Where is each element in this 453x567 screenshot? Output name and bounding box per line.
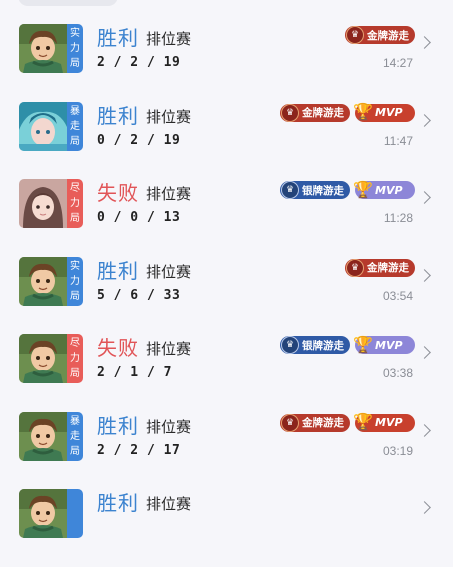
kda-score: 2 / 2 / 19	[97, 55, 181, 70]
match-row[interactable]: 实力局胜利 排位赛 2 / 2 / 19 14:27 ♛ 金牌游走	[0, 24, 453, 102]
mvp-label: MVP	[375, 183, 403, 197]
match-time: 11:28	[383, 211, 413, 225]
crest-icon: ♛	[281, 181, 299, 199]
match-time: 03:54	[382, 288, 413, 303]
badge-group: ♛ 金牌游走	[345, 258, 415, 277]
mvp-label: MVP	[375, 416, 403, 429]
hero-avatar: 暴走局	[19, 411, 83, 461]
match-quality-tag: 暴走局	[67, 101, 83, 151]
mvp-badge: 🏆 MVP	[353, 179, 415, 199]
trophy-icon: 🏆	[353, 102, 373, 121]
hero-avatar	[19, 489, 83, 538]
match-time: 03:19	[382, 443, 413, 458]
role-medal-label: 银牌游走	[302, 184, 344, 197]
mvp-badge: 🏆 MVP	[353, 102, 415, 122]
chevron-right-icon[interactable]	[418, 36, 431, 49]
badge-group: ♛ 银牌游走 🏆 MVP	[280, 179, 415, 199]
hero-avatar-image	[19, 179, 67, 228]
kda-score: 2 / 2 / 17	[97, 442, 181, 458]
match-result: 胜利	[97, 103, 139, 128]
role-medal-badge: ♛ 金牌游走	[280, 413, 350, 432]
match-row[interactable]: 暴走局胜利 排位赛 0 / 2 / 19 11:47 ♛ 金牌游走 🏆 MVP	[0, 101, 453, 180]
role-medal-badge: ♛ 银牌游走	[280, 181, 350, 199]
chevron-right-icon[interactable]	[418, 268, 431, 282]
crest-icon: ♛	[346, 26, 364, 44]
mvp-label: MVP	[375, 338, 403, 352]
match-quality-tag: 暴走局	[67, 411, 83, 461]
role-medal-label: 银牌游走	[302, 339, 344, 352]
match-row[interactable]: 实力局胜利 排位赛 5 / 6 / 33 03:54 ♛ 金牌游走	[0, 256, 453, 335]
match-result: 胜利	[97, 258, 139, 283]
hero-avatar: 实力局	[19, 256, 83, 306]
badge-group: ♛ 银牌游走 🏆 MVP	[280, 334, 415, 354]
hero-avatar-image	[19, 256, 67, 306]
crest-icon: ♛	[346, 258, 364, 277]
match-result: 失败	[97, 336, 139, 360]
role-medal-label: 金牌游走	[367, 29, 409, 42]
role-medal-badge: ♛ 金牌游走	[345, 258, 415, 277]
role-medal-badge: ♛ 金牌游走	[345, 26, 415, 44]
game-mode: 排位赛	[146, 417, 192, 436]
badge-group: ♛ 金牌游走 🏆 MVP	[280, 102, 415, 122]
hero-avatar: 尽力局	[19, 179, 83, 228]
badge-group: ♛ 金牌游走	[345, 26, 415, 44]
match-quality-tag	[67, 489, 83, 538]
match-quality-tag: 实力局	[67, 24, 83, 73]
chevron-right-icon[interactable]	[418, 501, 431, 514]
chevron-right-icon[interactable]	[418, 423, 431, 437]
hero-avatar-image	[19, 334, 67, 383]
badge-group: ♛ 金牌游走 🏆 MVP	[280, 412, 415, 432]
chevron-right-icon[interactable]	[418, 191, 431, 204]
trophy-icon: 🏆	[353, 334, 373, 354]
role-medal-badge: ♛ 金牌游走	[280, 103, 350, 122]
kda-score: 5 / 6 / 33	[97, 287, 181, 303]
crest-icon: ♛	[281, 413, 299, 432]
hero-avatar-image	[19, 411, 67, 461]
mvp-label: MVP	[375, 106, 403, 119]
chevron-right-icon[interactable]	[418, 346, 431, 359]
role-medal-label: 金牌游走	[302, 417, 344, 429]
game-mode: 排位赛	[146, 262, 192, 281]
game-mode: 排位赛	[146, 30, 192, 48]
match-result: 胜利	[97, 491, 139, 515]
match-result: 失败	[97, 181, 139, 205]
crest-icon: ♛	[281, 336, 299, 354]
match-result: 胜利	[97, 26, 139, 50]
match-quality-tag: 尽力局	[67, 334, 83, 383]
trophy-icon: 🏆	[353, 412, 373, 431]
game-mode: 排位赛	[146, 185, 192, 203]
mvp-badge: 🏆 MVP	[353, 412, 415, 432]
match-row[interactable]: 尽力局失败 排位赛 0 / 0 / 13 11:28 ♛ 银牌游走 🏆 MVP	[0, 179, 453, 257]
mvp-badge: 🏆 MVP	[353, 334, 415, 354]
match-time: 11:47	[383, 133, 413, 148]
match-time: 14:27	[382, 56, 413, 70]
hero-avatar: 实力局	[19, 24, 83, 73]
hero-avatar: 尽力局	[19, 334, 83, 383]
header-tab-stub	[18, 0, 118, 6]
match-quality-tag: 尽力局	[67, 179, 83, 228]
role-medal-badge: ♛ 银牌游走	[280, 336, 350, 354]
hero-avatar: 暴走局	[19, 101, 83, 151]
hero-avatar-image	[19, 489, 67, 538]
match-time: 03:38	[382, 366, 413, 380]
hero-avatar-image	[19, 101, 67, 151]
role-medal-label: 金牌游走	[367, 262, 409, 274]
hero-avatar-image	[19, 24, 67, 73]
game-mode: 排位赛	[146, 340, 192, 358]
kda-score: 0 / 2 / 19	[97, 132, 181, 148]
game-mode: 排位赛	[146, 495, 192, 513]
match-result: 胜利	[97, 413, 139, 438]
match-row[interactable]: 胜利 排位赛	[0, 489, 453, 567]
kda-score: 2 / 1 / 7	[97, 365, 172, 380]
trophy-icon: 🏆	[353, 179, 373, 199]
match-quality-tag: 实力局	[67, 256, 83, 306]
crest-icon: ♛	[281, 103, 299, 122]
match-row[interactable]: 暴走局胜利 排位赛 2 / 2 / 17 03:19 ♛ 金牌游走 🏆 MVP	[0, 411, 453, 490]
match-row[interactable]: 尽力局失败 排位赛 2 / 1 / 7 03:38 ♛ 银牌游走 🏆 MVP	[0, 334, 453, 412]
game-mode: 排位赛	[146, 107, 192, 126]
kda-score: 0 / 0 / 13	[97, 210, 181, 225]
chevron-right-icon[interactable]	[418, 113, 431, 127]
role-medal-label: 金牌游走	[302, 107, 344, 119]
